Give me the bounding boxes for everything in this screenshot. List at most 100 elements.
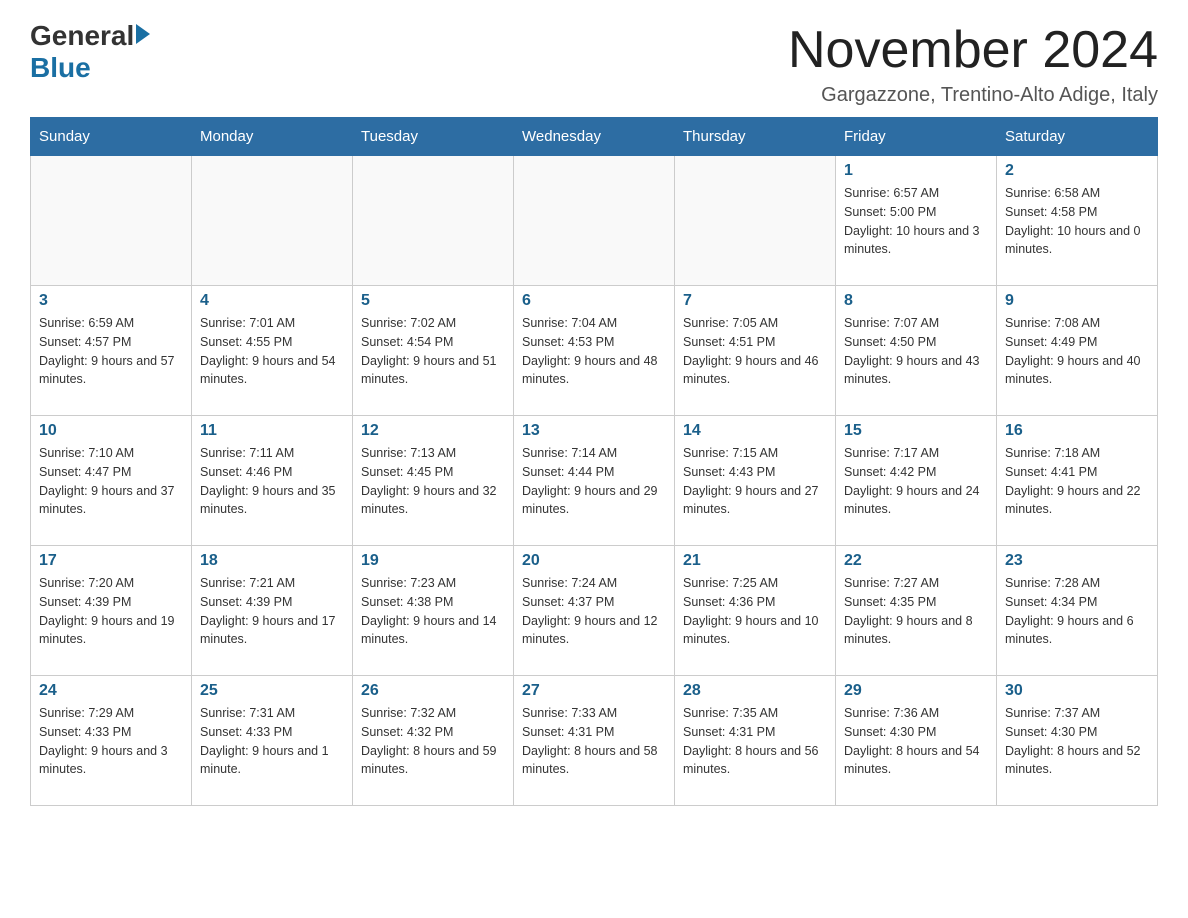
calendar-cell: 19 Sunrise: 7:23 AM Sunset: 4:38 PM Dayli… <box>353 546 514 676</box>
calendar-cell <box>675 156 836 286</box>
calendar-cell: 5 Sunrise: 7:02 AM Sunset: 4:54 PM Daylig… <box>353 286 514 416</box>
day-info: Sunrise: 7:29 AM Sunset: 4:33 PM Dayligh… <box>39 704 183 779</box>
weekday-header-monday: Monday <box>192 118 353 156</box>
day-number: 23 <box>1005 552 1149 570</box>
day-number: 11 <box>200 422 344 440</box>
calendar-cell: 20Sunrise: 7:24 AM Sunset: 4:37 PM Dayli… <box>514 546 675 676</box>
calendar-cell: 14 Sunrise: 7:15 AM Sunset: 4:43 PM Dayli… <box>675 416 836 546</box>
day-info: Sunrise: 7:33 AM Sunset: 4:31 PM Dayligh… <box>522 704 666 779</box>
logo: General Blue <box>30 20 150 84</box>
weekday-header-wednesday: Wednesday <box>514 118 675 156</box>
logo-arrow-icon <box>136 24 150 44</box>
calendar-cell: 7Sunrise: 7:05 AM Sunset: 4:51 PM Daylig… <box>675 286 836 416</box>
weekday-header-tuesday: Tuesday <box>353 118 514 156</box>
day-info: Sunrise: 6:57 AM Sunset: 5:00 PM Dayligh… <box>844 184 988 259</box>
calendar-cell: 29 Sunrise: 7:36 AM Sunset: 4:30 PM Dayli… <box>836 676 997 806</box>
calendar-cell: 11 Sunrise: 7:11 AM Sunset: 4:46 PM Dayli… <box>192 416 353 546</box>
weekday-header-sunday: Sunday <box>31 118 192 156</box>
calendar-cell: 9Sunrise: 7:08 AM Sunset: 4:49 PM Daylig… <box>997 286 1158 416</box>
calendar-cell: 15Sunrise: 7:17 AM Sunset: 4:42 PM Dayli… <box>836 416 997 546</box>
day-info: Sunrise: 7:23 AM Sunset: 4:38 PM Dayligh… <box>361 574 505 649</box>
day-number: 17 <box>39 552 183 570</box>
location-title: Gargazzone, Trentino-Alto Adige, Italy <box>788 84 1158 107</box>
calendar-header-row: SundayMondayTuesdayWednesdayThursdayFrid… <box>31 118 1158 156</box>
day-info: Sunrise: 7:04 AM Sunset: 4:53 PM Dayligh… <box>522 314 666 389</box>
calendar-cell: 12 Sunrise: 7:13 AM Sunset: 4:45 PM Dayli… <box>353 416 514 546</box>
calendar-cell: 6 Sunrise: 7:04 AM Sunset: 4:53 PM Daylig… <box>514 286 675 416</box>
day-info: Sunrise: 7:24 AM Sunset: 4:37 PM Dayligh… <box>522 574 666 649</box>
day-number: 15 <box>844 422 988 440</box>
calendar-cell: 2Sunrise: 6:58 AM Sunset: 4:58 PM Daylig… <box>997 156 1158 286</box>
day-info: Sunrise: 7:15 AM Sunset: 4:43 PM Dayligh… <box>683 444 827 519</box>
day-info: Sunrise: 7:18 AM Sunset: 4:41 PM Dayligh… <box>1005 444 1149 519</box>
calendar-week-row: 17 Sunrise: 7:20 AM Sunset: 4:39 PM Dayli… <box>31 546 1158 676</box>
calendar-cell: 1 Sunrise: 6:57 AM Sunset: 5:00 PM Daylig… <box>836 156 997 286</box>
calendar-cell: 30 Sunrise: 7:37 AM Sunset: 4:30 PM Dayli… <box>997 676 1158 806</box>
calendar-cell <box>31 156 192 286</box>
day-number: 25 <box>200 682 344 700</box>
day-number: 21 <box>683 552 827 570</box>
day-number: 18 <box>200 552 344 570</box>
calendar-cell: 24 Sunrise: 7:29 AM Sunset: 4:33 PM Dayli… <box>31 676 192 806</box>
weekday-header-saturday: Saturday <box>997 118 1158 156</box>
day-info: Sunrise: 7:36 AM Sunset: 4:30 PM Dayligh… <box>844 704 988 779</box>
page-header: General Blue November 2024 Gargazzone, T… <box>30 20 1158 107</box>
calendar-cell: 17 Sunrise: 7:20 AM Sunset: 4:39 PM Dayli… <box>31 546 192 676</box>
calendar-cell: 27 Sunrise: 7:33 AM Sunset: 4:31 PM Dayli… <box>514 676 675 806</box>
day-info: Sunrise: 7:14 AM Sunset: 4:44 PM Dayligh… <box>522 444 666 519</box>
day-number: 13 <box>522 422 666 440</box>
day-info: Sunrise: 7:21 AM Sunset: 4:39 PM Dayligh… <box>200 574 344 649</box>
title-section: November 2024 Gargazzone, Trentino-Alto … <box>788 20 1158 107</box>
day-info: Sunrise: 7:28 AM Sunset: 4:34 PM Dayligh… <box>1005 574 1149 649</box>
calendar-week-row: 24 Sunrise: 7:29 AM Sunset: 4:33 PM Dayli… <box>31 676 1158 806</box>
day-number: 29 <box>844 682 988 700</box>
day-number: 26 <box>361 682 505 700</box>
day-number: 5 <box>361 292 505 310</box>
logo-general-text: General <box>30 20 134 52</box>
day-number: 24 <box>39 682 183 700</box>
day-info: Sunrise: 7:13 AM Sunset: 4:45 PM Dayligh… <box>361 444 505 519</box>
day-number: 22 <box>844 552 988 570</box>
day-info: Sunrise: 7:25 AM Sunset: 4:36 PM Dayligh… <box>683 574 827 649</box>
day-info: Sunrise: 7:20 AM Sunset: 4:39 PM Dayligh… <box>39 574 183 649</box>
day-number: 19 <box>361 552 505 570</box>
calendar-week-row: 3Sunrise: 6:59 AM Sunset: 4:57 PM Daylig… <box>31 286 1158 416</box>
calendar-cell: 3Sunrise: 6:59 AM Sunset: 4:57 PM Daylig… <box>31 286 192 416</box>
weekday-header-friday: Friday <box>836 118 997 156</box>
calendar-cell <box>192 156 353 286</box>
day-info: Sunrise: 7:02 AM Sunset: 4:54 PM Dayligh… <box>361 314 505 389</box>
day-info: Sunrise: 7:10 AM Sunset: 4:47 PM Dayligh… <box>39 444 183 519</box>
calendar-cell: 23 Sunrise: 7:28 AM Sunset: 4:34 PM Dayli… <box>997 546 1158 676</box>
day-info: Sunrise: 7:07 AM Sunset: 4:50 PM Dayligh… <box>844 314 988 389</box>
day-number: 9 <box>1005 292 1149 310</box>
day-number: 27 <box>522 682 666 700</box>
day-number: 6 <box>522 292 666 310</box>
day-number: 1 <box>844 162 988 180</box>
day-info: Sunrise: 7:35 AM Sunset: 4:31 PM Dayligh… <box>683 704 827 779</box>
calendar-cell: 25 Sunrise: 7:31 AM Sunset: 4:33 PM Dayli… <box>192 676 353 806</box>
day-number: 28 <box>683 682 827 700</box>
day-info: Sunrise: 7:11 AM Sunset: 4:46 PM Dayligh… <box>200 444 344 519</box>
day-info: Sunrise: 7:27 AM Sunset: 4:35 PM Dayligh… <box>844 574 988 649</box>
calendar-cell: 22 Sunrise: 7:27 AM Sunset: 4:35 PM Dayli… <box>836 546 997 676</box>
day-info: Sunrise: 7:31 AM Sunset: 4:33 PM Dayligh… <box>200 704 344 779</box>
calendar-cell: 4 Sunrise: 7:01 AM Sunset: 4:55 PM Daylig… <box>192 286 353 416</box>
day-info: Sunrise: 7:01 AM Sunset: 4:55 PM Dayligh… <box>200 314 344 389</box>
day-number: 12 <box>361 422 505 440</box>
calendar-cell: 18 Sunrise: 7:21 AM Sunset: 4:39 PM Dayli… <box>192 546 353 676</box>
logo-blue-text: Blue <box>30 52 91 84</box>
day-number: 30 <box>1005 682 1149 700</box>
day-number: 7 <box>683 292 827 310</box>
day-number: 4 <box>200 292 344 310</box>
calendar-cell <box>353 156 514 286</box>
calendar-week-row: 10Sunrise: 7:10 AM Sunset: 4:47 PM Dayli… <box>31 416 1158 546</box>
day-number: 14 <box>683 422 827 440</box>
calendar-cell: 13 Sunrise: 7:14 AM Sunset: 4:44 PM Dayli… <box>514 416 675 546</box>
calendar-table: SundayMondayTuesdayWednesdayThursdayFrid… <box>30 117 1158 806</box>
day-info: Sunrise: 6:58 AM Sunset: 4:58 PM Dayligh… <box>1005 184 1149 259</box>
day-number: 3 <box>39 292 183 310</box>
calendar-cell: 10Sunrise: 7:10 AM Sunset: 4:47 PM Dayli… <box>31 416 192 546</box>
calendar-cell: 8Sunrise: 7:07 AM Sunset: 4:50 PM Daylig… <box>836 286 997 416</box>
calendar-cell: 26Sunrise: 7:32 AM Sunset: 4:32 PM Dayli… <box>353 676 514 806</box>
day-info: Sunrise: 7:37 AM Sunset: 4:30 PM Dayligh… <box>1005 704 1149 779</box>
